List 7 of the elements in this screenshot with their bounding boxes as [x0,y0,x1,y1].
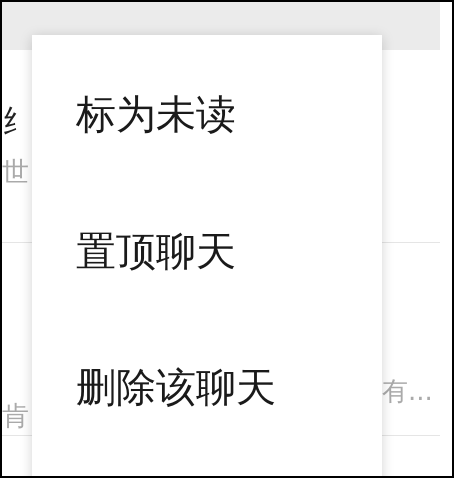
chat-preview: 有... [382,379,434,405]
menu-item[interactable]: 删除该聊天 [32,358,382,476]
menu-item[interactable]: 置顶聊天 [32,222,382,358]
chat-preview: 肯 [2,403,29,430]
chat-preview: 世 [2,158,29,186]
menu-item[interactable]: 标为未读 [32,85,382,222]
chat-title: 纟 [2,107,32,137]
